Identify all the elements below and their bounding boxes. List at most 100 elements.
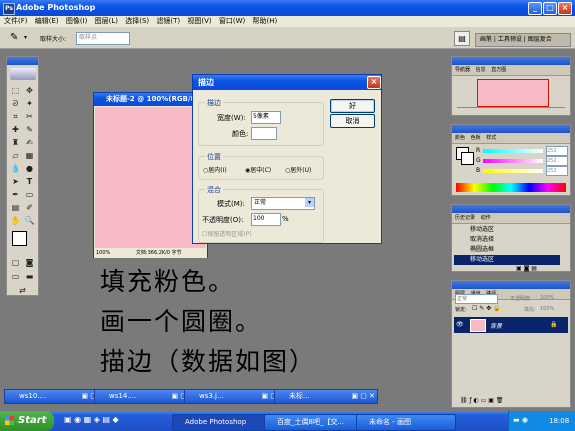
menu-edit[interactable]: 编辑(E) [35, 17, 59, 25]
color-swatch[interactable] [251, 127, 277, 140]
pen-tool-icon[interactable]: ✒ [10, 189, 21, 200]
standard-mode-icon[interactable]: ▢ [10, 257, 21, 268]
history-palette-header[interactable] [452, 205, 570, 213]
eyedropper-tool-icon[interactable]: ✎ [10, 32, 18, 43]
hand-tool-icon[interactable]: ✋ [10, 215, 21, 226]
history-item[interactable]: 椭圆选框 [454, 245, 560, 255]
zoom-tool-icon[interactable]: 🔍 [24, 215, 35, 226]
layer-fill-value[interactable]: 100% [540, 306, 554, 312]
channel-g-input[interactable]: 252 [546, 156, 568, 166]
taskbar-item-browser[interactable]: 百度_土偶8吧_【交... [264, 414, 364, 431]
palette-well-tab-layer-comps[interactable]: 图层复合 [528, 36, 552, 43]
lasso-tool-icon[interactable]: ᘐ [10, 98, 21, 109]
history-item-selected[interactable]: 移动选区 [454, 255, 560, 265]
eraser-tool-icon[interactable]: ▱ [10, 150, 21, 161]
cancel-button[interactable]: 取消 [330, 114, 375, 128]
full-screen-mode-icon[interactable]: ▬ [24, 271, 35, 282]
healing-brush-tool-icon[interactable]: ✚ [10, 124, 21, 135]
radio-center[interactable]: ◉居中(C) [245, 165, 271, 174]
shape-tool-icon[interactable]: ▭ [24, 189, 35, 200]
menu-view[interactable]: 视图(V) [187, 17, 211, 25]
quick-launch-icons[interactable]: ▣ ◉ ▦ ◈ ▤ ◆ [64, 415, 119, 424]
stroke-dialog-title-bar[interactable]: 描边 × [193, 75, 381, 90]
tab-history[interactable]: 历史记录 [455, 215, 475, 221]
eyedropper-tool-icon[interactable]: ✐ [24, 202, 35, 213]
minimized-window[interactable]: ws3.j...▣ ▢ ✕ [184, 389, 288, 404]
menu-window[interactable]: 窗口(W) [219, 17, 245, 25]
navigator-thumbnail[interactable] [477, 79, 549, 107]
menu-help[interactable]: 帮助(H) [252, 17, 277, 25]
color-bg-swatch[interactable] [461, 152, 474, 165]
radio-outside[interactable]: ○居外(U) [285, 165, 311, 174]
color-palette-header[interactable] [452, 125, 570, 133]
tab-color[interactable]: 颜色 [455, 135, 465, 141]
eye-icon[interactable]: 👁 [456, 321, 464, 328]
channel-b-slider[interactable] [483, 169, 543, 173]
mode-select[interactable]: 正常 ▾ [251, 197, 315, 210]
navigator-zoom-slider[interactable] [457, 107, 565, 114]
maximize-button[interactable]: □ [543, 2, 557, 15]
slice-tool-icon[interactable]: ✂ [24, 111, 35, 122]
history-item[interactable]: 取消选择 [454, 235, 560, 245]
layer-opacity-value[interactable]: 100% [540, 295, 554, 301]
taskbar-item-photoshop[interactable]: Adobe Photoshop [172, 414, 272, 431]
document-title-bar[interactable]: 未标题-2 @ 100%(RGB/8) [94, 93, 207, 106]
palette-well-tab-tool-presets[interactable]: 工具预设 [498, 36, 522, 43]
tab-navigator[interactable]: 导航器 [455, 67, 470, 73]
sample-size-select[interactable]: 取样点 [76, 32, 130, 45]
palette-well-tab-brushes[interactable]: 画笔 [480, 36, 492, 43]
taskbar-item-paint[interactable]: 未命名 - 画图 [356, 414, 456, 431]
document-canvas[interactable] [95, 107, 206, 248]
menu-image[interactable]: 图像(I) [66, 17, 88, 25]
layers-palette-header[interactable] [452, 281, 570, 289]
color-ramp[interactable] [456, 183, 566, 192]
crop-tool-icon[interactable]: ⌗ [10, 111, 21, 122]
tray-icons[interactable]: ▬ ◉ [513, 416, 528, 424]
opacity-input[interactable]: 100 [251, 213, 281, 226]
zoom-level[interactable]: 100% [96, 250, 110, 256]
channel-r-slider[interactable] [483, 149, 543, 153]
menu-filter[interactable]: 滤镜(T) [156, 17, 180, 25]
path-selection-tool-icon[interactable]: ➤ [10, 176, 21, 187]
radio-inside[interactable]: ○居内(I) [203, 165, 227, 174]
ok-button[interactable]: 好 [330, 99, 375, 113]
layer-row-background[interactable]: 👁 背景 🔒 [454, 317, 568, 333]
tab-histogram[interactable]: 直方图 [491, 67, 506, 73]
imageready-icon[interactable]: ⇄ [17, 285, 28, 296]
channel-g-slider[interactable] [483, 159, 543, 163]
dodge-tool-icon[interactable]: ● [24, 163, 35, 174]
lock-icons[interactable]: ☐ ✎ ✥ 🔒 [472, 305, 501, 312]
minimize-button[interactable]: _ [528, 2, 542, 15]
channel-b-input[interactable]: 252 [546, 166, 568, 176]
minimized-window[interactable]: 未标... ▣ ▢ ✕ [274, 389, 378, 404]
stamp-tool-icon[interactable]: ♜ [10, 137, 21, 148]
type-tool-icon[interactable]: T [24, 176, 35, 187]
tab-swatches[interactable]: 色板 [471, 135, 481, 141]
marquee-tool-icon[interactable]: ⬚ [10, 85, 21, 96]
magic-wand-tool-icon[interactable]: ✦ [24, 98, 35, 109]
start-button[interactable]: Start [0, 411, 54, 431]
chevron-down-icon[interactable]: ▾ [305, 198, 314, 207]
foreground-color-swatch[interactable] [12, 231, 27, 246]
minimized-window[interactable]: ws14....▣ ▢ ✕ [94, 389, 198, 404]
navigator-palette-header[interactable] [452, 57, 570, 65]
layers-footer-icons[interactable]: ⛓ ƒ ◐ ▭ ▣ 🗑 [460, 397, 503, 404]
history-footer-icons[interactable]: ▣ ◙ ▤ [516, 265, 537, 272]
tab-styles[interactable]: 样式 [486, 135, 496, 141]
tab-actions[interactable]: 动作 [481, 215, 491, 221]
notes-tool-icon[interactable]: ▤ [10, 202, 21, 213]
gradient-tool-icon[interactable]: ▦ [24, 150, 35, 161]
menu-select[interactable]: 选择(S) [125, 17, 149, 25]
close-button[interactable]: × [558, 2, 572, 15]
preserve-transparency-checkbox[interactable]: ☐保留透明区域(P) [202, 229, 252, 238]
chevron-down-icon[interactable]: ▾ [24, 34, 27, 41]
channel-r-input[interactable]: 252 [546, 146, 568, 156]
history-brush-tool-icon[interactable]: ✍ [24, 137, 35, 148]
tab-info[interactable]: 信息 [476, 67, 486, 73]
quick-mask-mode-icon[interactable]: ◙ [24, 257, 35, 268]
width-input[interactable]: 5像素 [251, 111, 281, 124]
toolbox-header[interactable] [7, 57, 38, 65]
minimized-window[interactable]: ws10....▣ ▢ ✕ [4, 389, 108, 404]
move-tool-icon[interactable]: ✥ [24, 85, 35, 96]
blur-tool-icon[interactable]: 💧 [10, 163, 21, 174]
